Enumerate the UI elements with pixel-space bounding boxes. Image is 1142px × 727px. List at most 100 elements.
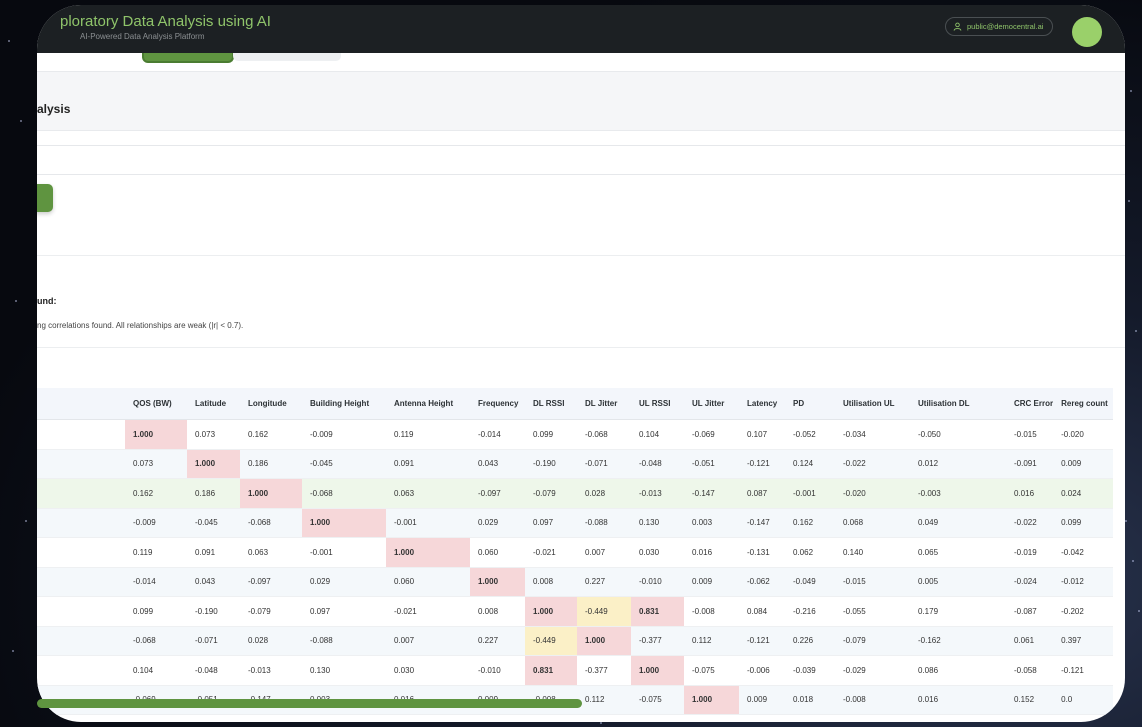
correlation-cell: -0.449 <box>577 596 631 627</box>
row-label-cell <box>37 626 125 656</box>
row-label-cell <box>37 508 125 538</box>
correlation-cell: -0.015 <box>835 567 910 597</box>
row-label-cell <box>37 567 125 597</box>
horizontal-scrollbar[interactable] <box>37 699 582 708</box>
column-header[interactable]: QOS (BW) <box>125 388 187 420</box>
app-title: ploratory Data Analysis using AI <box>60 13 271 30</box>
query-input[interactable] <box>37 145 1125 175</box>
correlation-cell: 0.084 <box>739 596 785 627</box>
column-header[interactable]: CRC Error <box>1006 388 1054 420</box>
column-header[interactable]: Rereg count <box>1053 388 1114 420</box>
correlation-cell: 0.065 <box>910 537 1006 568</box>
profile-avatar[interactable] <box>1072 17 1102 47</box>
correlation-cell: 0.107 <box>739 419 785 450</box>
correlation-cell: -0.008 <box>835 685 910 715</box>
correlation-cell: -0.003 <box>910 478 1006 509</box>
correlation-cell: -0.058 <box>1006 655 1054 686</box>
correlation-cell: 0.061 <box>1006 626 1054 656</box>
correlation-cell: -0.071 <box>187 626 240 656</box>
correlation-cell: -0.121 <box>739 449 785 479</box>
correlation-cell: 0.152 <box>1006 685 1054 715</box>
correlation-cell: -0.024 <box>1006 567 1054 597</box>
column-header[interactable]: DL RSSI <box>525 388 577 420</box>
correlation-cell: 1.000 <box>631 655 684 686</box>
correlation-cell: 0.016 <box>910 685 1006 715</box>
column-header[interactable]: DL Jitter <box>577 388 631 420</box>
correlation-cell: -0.377 <box>631 626 684 656</box>
correlation-cell: 0.099 <box>1053 508 1114 538</box>
app-subtitle: AI-Powered Data Analysis Platform <box>80 32 205 41</box>
correlation-cell: -0.008 <box>684 596 739 627</box>
correlation-cell: 0.060 <box>470 537 525 568</box>
correlation-cell: 0.005 <box>910 567 1006 597</box>
correlation-cell: 0.030 <box>386 655 470 686</box>
row-label-cell <box>37 419 125 450</box>
column-header[interactable]: Building Height <box>302 388 386 420</box>
correlation-cell: 0.063 <box>240 537 302 568</box>
correlation-cell: -0.034 <box>835 419 910 450</box>
user-account-button[interactable]: public@democentral.ai <box>945 17 1054 36</box>
correlation-cell: 0.062 <box>785 537 835 568</box>
correlation-cell: -0.045 <box>187 508 240 538</box>
star-decoration <box>25 520 27 522</box>
correlation-cell: 0.831 <box>631 596 684 627</box>
correlation-cell: 0.0 <box>1053 685 1114 715</box>
correlation-cell: -0.097 <box>240 567 302 597</box>
column-header[interactable]: Antenna Height <box>386 388 470 420</box>
star-decoration <box>1125 520 1127 522</box>
tab-active[interactable] <box>142 53 234 63</box>
correlation-cell: -0.075 <box>631 685 684 715</box>
correlation-cell: 0.226 <box>785 626 835 656</box>
correlations-found-heading: und: <box>37 296 57 306</box>
correlation-cell: 0.091 <box>386 449 470 479</box>
correlation-cell: -0.088 <box>302 626 386 656</box>
correlation-cell: -0.147 <box>739 508 785 538</box>
user-icon <box>953 22 962 31</box>
column-header[interactable]: Utilisation UL <box>835 388 910 420</box>
correlation-cell: -0.079 <box>525 478 577 509</box>
column-header[interactable]: Latitude <box>187 388 240 420</box>
correlation-cell: 1.000 <box>470 567 525 597</box>
browser-viewport: ploratory Data Analysis using AI AI-Powe… <box>37 5 1125 722</box>
column-header[interactable]: UL Jitter <box>684 388 739 420</box>
correlation-cell: 0.068 <box>835 508 910 538</box>
table-row: -0.014 0.043 -0.097 0.029 0.060 1.000 0.008 0.2… <box>37 567 1114 597</box>
correlation-cell: -0.014 <box>125 567 187 597</box>
row-label-cell <box>37 596 125 627</box>
correlation-cell: 0.227 <box>470 626 525 656</box>
correlation-cell: 0.007 <box>386 626 470 656</box>
correlation-cell: 1.000 <box>386 537 470 568</box>
column-header[interactable]: PD <box>785 388 835 420</box>
user-email: public@democentral.ai <box>967 22 1044 31</box>
correlation-cell: 0.016 <box>1006 478 1054 509</box>
correlation-cell: -0.021 <box>525 537 577 568</box>
column-header[interactable]: Latency <box>739 388 785 420</box>
column-header[interactable]: Frequency <box>470 388 525 420</box>
star-decoration <box>1132 560 1134 562</box>
column-header[interactable]: UL RSSI <box>631 388 684 420</box>
table-row: 0.104 -0.048 -0.013 0.130 0.030 -0.010 0.831 -0… <box>37 655 1114 686</box>
correlation-cell: 1.000 <box>240 478 302 509</box>
tab-inactive[interactable] <box>233 53 341 61</box>
correlation-cell: -0.042 <box>1053 537 1114 568</box>
correlation-cell: 0.397 <box>1053 626 1114 656</box>
correlation-cell: 0.179 <box>910 596 1006 627</box>
column-header[interactable]: Longitude <box>240 388 302 420</box>
correlation-cell: 0.024 <box>1053 478 1114 509</box>
correlation-cell: -0.068 <box>125 626 187 656</box>
run-analysis-button[interactable] <box>37 184 53 212</box>
correlation-cell: 1.000 <box>302 508 386 538</box>
correlation-cell: 0.831 <box>525 655 577 686</box>
star-decoration <box>1135 330 1137 332</box>
correlation-cell: 0.086 <box>910 655 1006 686</box>
row-label-cell <box>37 478 125 509</box>
row-label-cell <box>37 655 125 686</box>
correlation-cell: -0.049 <box>785 567 835 597</box>
correlation-cell: -0.021 <box>386 596 470 627</box>
correlation-cell: -0.019 <box>1006 537 1054 568</box>
correlation-cell: 0.009 <box>684 567 739 597</box>
correlation-cell: -0.202 <box>1053 596 1114 627</box>
correlation-cell: -0.014 <box>470 419 525 450</box>
column-header[interactable]: Utilisation DL <box>910 388 1006 420</box>
correlation-cell: -0.022 <box>1006 508 1054 538</box>
